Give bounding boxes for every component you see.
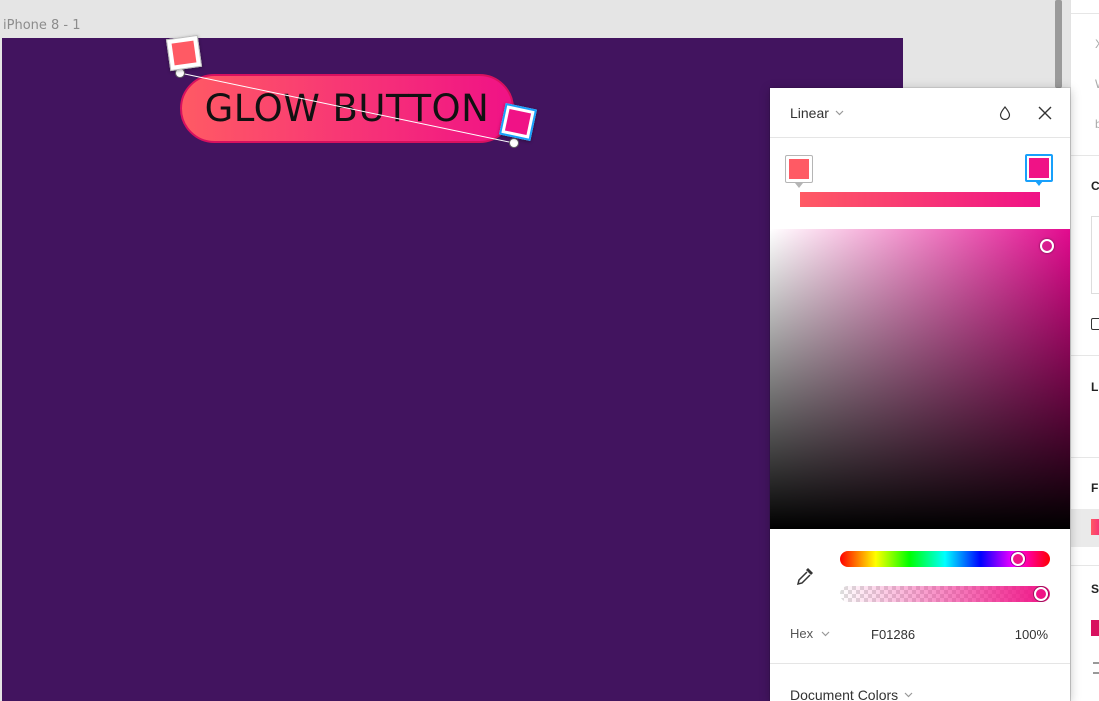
panel-divider bbox=[1071, 355, 1099, 356]
chevron-down-icon bbox=[821, 631, 830, 636]
panel-divider bbox=[1071, 13, 1099, 14]
gradient-stop-start[interactable] bbox=[785, 155, 813, 188]
constraints-box[interactable] bbox=[1091, 216, 1099, 294]
fill-row[interactable] bbox=[1071, 509, 1099, 547]
stroke-section-title: S bbox=[1091, 582, 1099, 596]
hex-input[interactable] bbox=[866, 622, 966, 646]
glow-button-label: GLOW BUTTON bbox=[204, 87, 490, 130]
canvas-gradient-stop-end[interactable] bbox=[499, 103, 537, 141]
constraints-section-title: C bbox=[1091, 179, 1099, 193]
saturation-handle[interactable] bbox=[1040, 239, 1054, 253]
chevron-down-icon bbox=[835, 110, 844, 116]
opacity-input[interactable] bbox=[988, 622, 1048, 646]
chevron-down-icon bbox=[904, 692, 913, 698]
x-field-label[interactable]: X bbox=[1095, 37, 1099, 51]
fill-swatch[interactable] bbox=[1091, 519, 1099, 535]
color-controls: Hex bbox=[770, 529, 1070, 664]
gradient-stops-area bbox=[770, 139, 1070, 229]
opacity-slider[interactable] bbox=[840, 586, 1050, 602]
color-picker-panel: Linear Hex F01286 100% Document Colors bbox=[770, 88, 1070, 701]
picker-header: Linear bbox=[770, 88, 1070, 138]
panel-divider bbox=[1071, 565, 1099, 566]
properties-panel: X W b C L F S bbox=[1070, 0, 1099, 701]
glow-button[interactable]: GLOW BUTTON bbox=[180, 74, 514, 143]
canvas-vertical-scrollbar[interactable] bbox=[1055, 0, 1062, 88]
blend-field-label[interactable]: b bbox=[1095, 117, 1099, 131]
fill-type-label: Linear bbox=[790, 105, 829, 121]
fill-type-dropdown[interactable]: Linear bbox=[790, 105, 844, 121]
stroke-swatch[interactable] bbox=[1091, 620, 1099, 636]
panel-divider bbox=[1071, 155, 1099, 156]
saturation-brightness-area[interactable] bbox=[770, 229, 1070, 529]
document-colors-label: Document Colors bbox=[790, 687, 899, 701]
canvas-gradient-stop-start[interactable] bbox=[165, 34, 203, 72]
w-field-label[interactable]: W bbox=[1095, 77, 1099, 91]
gradient-end-point[interactable] bbox=[509, 138, 519, 148]
eyedropper-icon[interactable] bbox=[794, 565, 816, 587]
opacity-slider-thumb[interactable] bbox=[1034, 587, 1048, 601]
stop-pointer bbox=[795, 183, 803, 188]
color-format-label: Hex bbox=[790, 626, 814, 641]
canvas-stop-end-swatch bbox=[504, 108, 532, 136]
color-value-row: Hex bbox=[770, 622, 1070, 646]
hue-slider-thumb[interactable] bbox=[1011, 552, 1025, 566]
color-format-dropdown[interactable]: Hex bbox=[790, 626, 830, 641]
drop-icon[interactable] bbox=[994, 102, 1016, 124]
document-colors-dropdown[interactable]: Document Colors bbox=[790, 687, 913, 701]
stroke-settings-icon[interactable] bbox=[1093, 662, 1099, 674]
panel-divider bbox=[1071, 457, 1099, 458]
gradient-preview-bar[interactable] bbox=[800, 192, 1040, 207]
gradient-stop-end[interactable] bbox=[1025, 154, 1053, 186]
stop-pointer bbox=[1035, 181, 1043, 186]
canvas-stop-start-swatch bbox=[171, 40, 197, 66]
hue-slider[interactable] bbox=[840, 551, 1050, 567]
gradient-stop-start-swatch bbox=[789, 159, 809, 179]
fill-section-title: F bbox=[1091, 481, 1099, 495]
gradient-stop-end-swatch bbox=[1029, 158, 1049, 178]
layer-section-title: L bbox=[1091, 380, 1099, 394]
close-icon[interactable] bbox=[1034, 102, 1056, 124]
frame-label[interactable]: iPhone 8 - 1 bbox=[3, 18, 81, 33]
clip-content-checkbox[interactable] bbox=[1091, 318, 1099, 330]
